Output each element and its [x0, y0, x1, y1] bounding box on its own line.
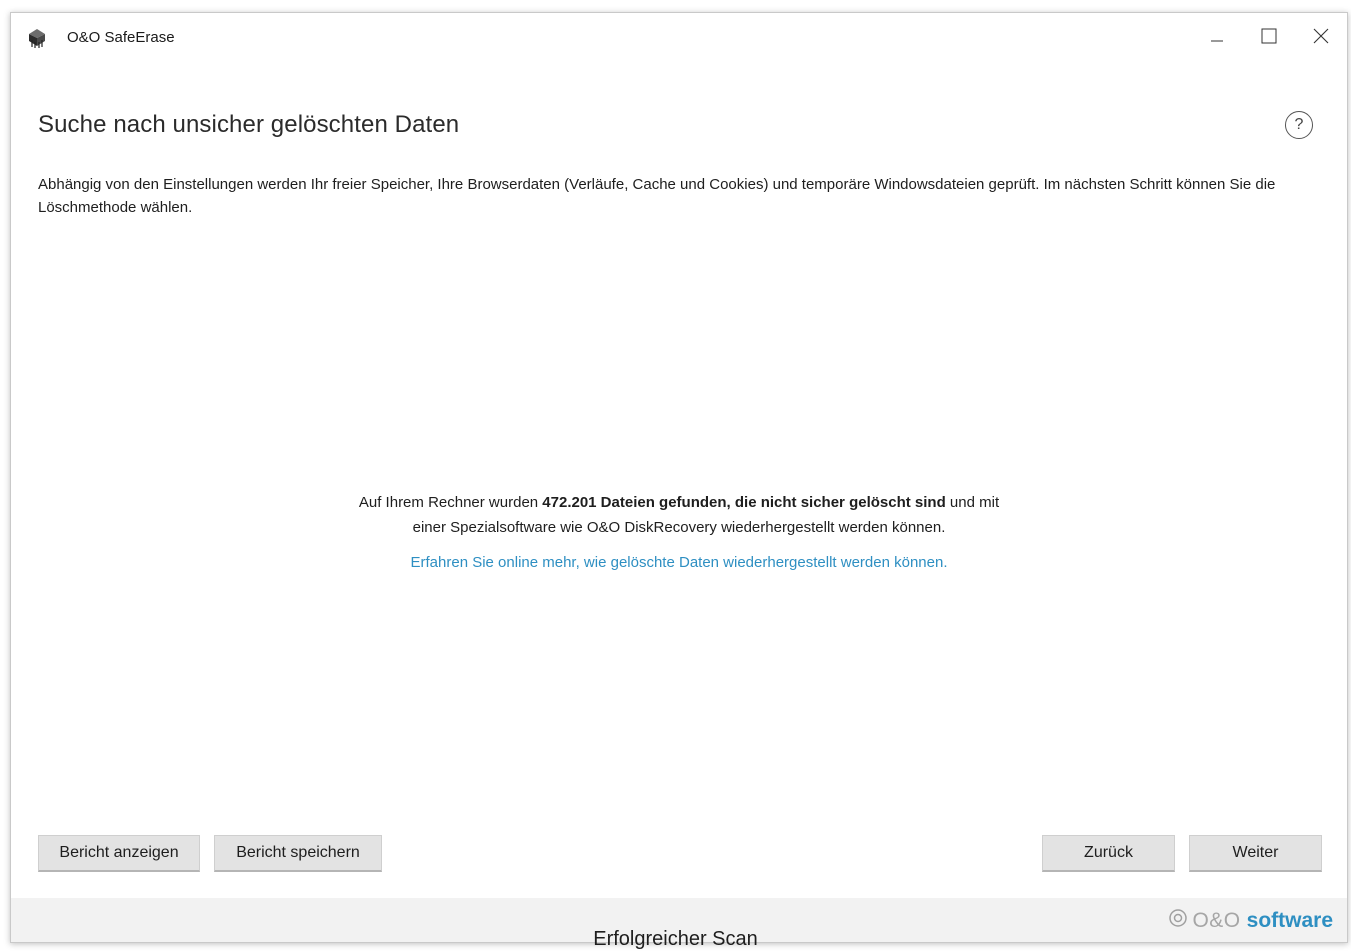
page-description: Abhängig von den Einstellungen werden Ih…: [38, 176, 1276, 216]
scan-result-line-2: einer Spezialsoftware wie O&O DiskRecove…: [412, 519, 946, 536]
minimize-button[interactable]: [1195, 21, 1239, 55]
safeerase-shredder-icon: [26, 26, 48, 48]
scan-result-suffix: und mit: [945, 494, 1000, 511]
maximize-icon: [1261, 28, 1277, 49]
app-window: O&O SafeErase Suche nach unsicher gelösc…: [10, 12, 1348, 943]
close-icon: [1313, 28, 1329, 49]
minimize-icon: [1211, 29, 1223, 47]
help-button[interactable]: ?: [1285, 111, 1313, 139]
scan-result-text: Auf Ihrem Rechner wurden 472.201 Dateien…: [11, 490, 1347, 540]
learn-more-link-text[interactable]: Erfahren Sie online mehr, wie gelöschte …: [411, 554, 948, 571]
next-button[interactable]: Weiter: [1189, 835, 1322, 872]
scan-result-prefix: Auf Ihrem Rechner wurden: [358, 494, 543, 511]
back-button[interactable]: Zurück: [1042, 835, 1175, 872]
title-bar[interactable]: O&O SafeErase: [11, 13, 1347, 63]
help-circle-icon: ?: [1294, 116, 1304, 133]
screenshot-caption: Erfolgreicher Scan: [593, 928, 758, 950]
learn-more-link[interactable]: Erfahren Sie online mehr, wie gelöschte …: [11, 554, 1347, 571]
save-report-button[interactable]: Bericht speichern: [214, 835, 382, 872]
scan-result-highlight: 472.201 Dateien gefunden, die nicht sich…: [542, 494, 946, 511]
scan-result-line-1: Auf Ihrem Rechner wurden 472.201 Dateien…: [11, 490, 1347, 515]
page-title: Suche nach unsicher gelöschten Daten: [38, 111, 460, 138]
maximize-button[interactable]: [1247, 21, 1291, 55]
show-report-button[interactable]: Bericht anzeigen: [38, 835, 200, 872]
window-title: O&O SafeErase: [67, 29, 175, 46]
close-button[interactable]: [1299, 21, 1343, 55]
